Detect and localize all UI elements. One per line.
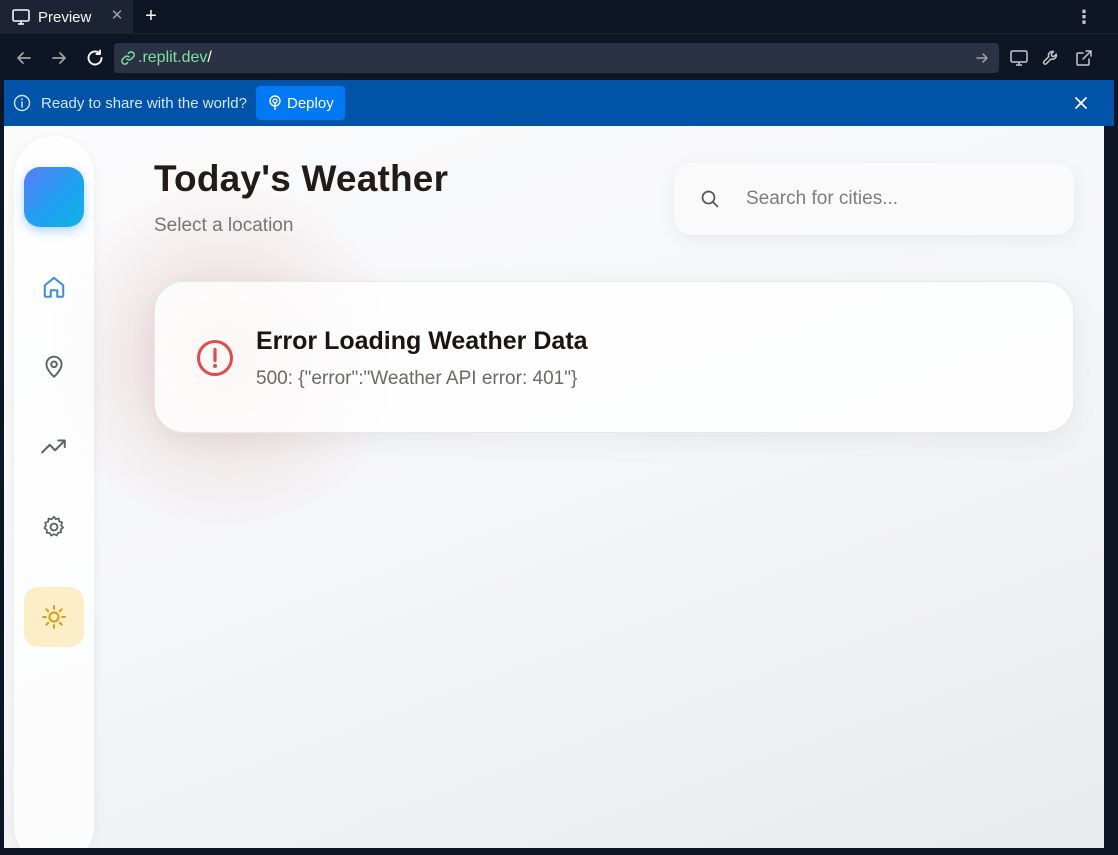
search-icon [701,190,719,208]
sidebar-item-trends[interactable] [24,417,84,477]
info-icon [13,94,31,112]
app-viewport: Today's Weather Select a location Error … [4,126,1104,848]
forward-button[interactable] [46,45,72,71]
go-arrow-icon[interactable] [973,49,991,67]
deploy-banner: Ready to share with the world? Deploy [4,80,1114,126]
sidebar-item-locations[interactable] [24,337,84,397]
search-input[interactable] [746,188,1046,210]
map-pin-icon [45,355,63,378]
window-edge-right [1104,126,1118,855]
open-new-window-button[interactable] [1071,45,1097,71]
url-domain: .replit.dev [138,49,208,66]
sidebar-item-home[interactable] [24,257,84,317]
app-logo[interactable] [24,167,84,227]
close-icon[interactable] [1072,94,1090,112]
arrow-right-icon [52,52,66,64]
devices-button[interactable] [1006,45,1032,71]
url-path: / [207,49,212,66]
refresh-icon [87,49,103,66]
error-card: Error Loading Weather Data 500: {"error"… [154,281,1074,433]
deploy-label: Deploy [287,94,334,112]
alert-circle-icon [197,340,233,376]
url-bar[interactable]: .replit.dev / [114,43,999,73]
browser-frame: Preview ✕ + ⋮ .replit.dev / Ready to sha… [0,0,1118,855]
error-title: Error Loading Weather Data [256,327,588,355]
desktop-icon [1010,50,1028,66]
monitor-icon [12,9,30,25]
external-link-icon [1076,50,1092,66]
sun-icon [42,605,66,629]
tab-label: Preview [38,8,92,26]
reload-button[interactable] [82,45,108,71]
home-icon [43,276,65,298]
deploy-button[interactable]: Deploy [256,86,345,120]
page-subtitle: Select a location [154,215,294,236]
error-message: 500: {"error":"Weather API error: 401"} [256,368,578,389]
sidebar-item-settings[interactable] [24,497,84,557]
tab-bar: Preview ✕ + ⋮ [0,0,1118,34]
address-bar-row: .replit.dev / [0,35,1118,80]
settings-icon [43,515,64,537]
sidebar-item-theme[interactable] [24,587,84,647]
banner-text: Ready to share with the world? [41,94,247,112]
back-button[interactable] [11,45,37,71]
tab-close-button[interactable]: ✕ [109,7,125,25]
deploy-icon [269,95,281,110]
window-edge-bottom [0,848,1118,855]
tab-preview[interactable]: Preview ✕ [0,0,133,34]
link-icon [121,51,135,65]
page-title: Today's Weather [154,158,449,199]
wrench-icon [1042,50,1058,65]
arrow-left-icon [17,52,31,64]
trending-up-icon [41,439,66,454]
more-menu-button[interactable]: ⋮ [1074,5,1094,29]
new-tab-button[interactable]: + [140,3,162,29]
city-search[interactable] [674,163,1074,235]
devtools-button[interactable] [1038,45,1064,71]
sidebar [14,136,94,848]
